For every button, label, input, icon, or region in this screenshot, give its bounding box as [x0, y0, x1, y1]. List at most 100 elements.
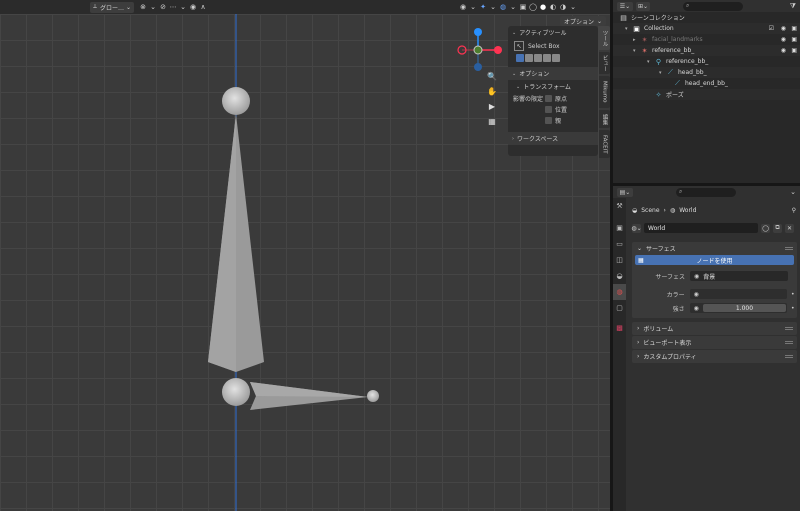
- xray-icon[interactable]: ▣: [518, 2, 528, 12]
- material-shading-icon[interactable]: ◐: [548, 2, 558, 12]
- visibility-icon[interactable]: ◉: [458, 2, 468, 12]
- editor-type-outliner-icon[interactable]: ☰⌄: [617, 1, 633, 11]
- collection-tab-icon[interactable]: ▢: [613, 300, 626, 316]
- gizmo-toggle-icon[interactable]: ✦: [478, 2, 488, 12]
- select-invert-icon[interactable]: [543, 54, 551, 62]
- transform-orientation-dropdown[interactable]: ⟂ グロー… ⌄: [90, 1, 135, 13]
- use-nodes-button[interactable]: ▦ ノードを使用: [635, 255, 794, 265]
- select-box-tool-icon[interactable]: ↖: [514, 41, 524, 51]
- outliner-row-collection[interactable]: ▾ ▣ Collection ☑ ◉ ▣: [613, 23, 800, 34]
- drag-handle-icon[interactable]: [785, 341, 793, 344]
- drag-handle-icon[interactable]: [785, 327, 793, 330]
- camera-icon[interactable]: ▣: [791, 25, 797, 32]
- checkbox-icon[interactable]: ☑: [769, 25, 774, 32]
- select-subtract-icon[interactable]: [534, 54, 542, 62]
- outliner-row-head-end-bone[interactable]: ⟋ head_end_bb_: [613, 78, 800, 89]
- duplicate-icon[interactable]: ⧉: [773, 223, 782, 233]
- scene-tab-icon[interactable]: ◒: [613, 268, 626, 284]
- world-browse-icon[interactable]: ◍⌄: [631, 223, 642, 233]
- scene-collection-row[interactable]: ▤ シーンコレクション: [613, 12, 800, 23]
- keyframe-dot-icon[interactable]: •: [791, 291, 797, 298]
- snap-icon[interactable]: ⊘: [158, 2, 168, 12]
- chevron-down-icon[interactable]: ⌄: [508, 2, 518, 12]
- viewport-options-dropdown[interactable]: オプション ⌄: [559, 16, 606, 26]
- tab-view[interactable]: ビュー: [599, 52, 610, 74]
- chevron-down-icon[interactable]: ⌄: [568, 2, 578, 12]
- overlays-icon[interactable]: ◍: [498, 2, 508, 12]
- select-extend-icon[interactable]: [525, 54, 533, 62]
- options-header[interactable]: ⌄ オプション: [508, 67, 598, 80]
- outliner-row-reference-data[interactable]: ▾ ⚲ reference_bb_: [613, 56, 800, 67]
- chevron-down-icon[interactable]: ⌄: [148, 2, 158, 12]
- select-intersect-icon[interactable]: [552, 54, 560, 62]
- solid-shading-icon[interactable]: ●: [538, 2, 548, 12]
- fake-user-icon[interactable]: ◯: [761, 223, 770, 233]
- chevron-right-icon: ›: [637, 325, 640, 332]
- viewport-display-panel-header[interactable]: › ビューポート表示: [632, 336, 797, 349]
- volume-panel-header[interactable]: › ボリューム: [632, 322, 797, 335]
- output-tab-icon[interactable]: ▭: [613, 236, 626, 252]
- world-name-field[interactable]: World: [644, 223, 758, 233]
- color-field[interactable]: ◉: [689, 289, 788, 299]
- editor-type-properties-icon[interactable]: ▤⌄: [617, 187, 633, 197]
- tab-edit[interactable]: 編集: [599, 110, 610, 128]
- 3d-viewport[interactable]: ⟂ グロー… ⌄ ⊗ ⌄ ⊘ ⋯ ⌄ ◉ ∧ ◉ ⌄ ✦ ⌄ ◍ ⌄ ▣ ◯ ●…: [0, 0, 610, 511]
- world-tab-icon[interactable]: ◍: [613, 284, 626, 300]
- rendered-shading-icon[interactable]: ◑: [558, 2, 568, 12]
- zoom-icon[interactable]: 🔍: [486, 70, 498, 82]
- transform-subheader[interactable]: ⌄ トランスフォーム: [508, 80, 598, 93]
- close-icon[interactable]: ✕: [785, 223, 794, 233]
- outliner-row-head-bone[interactable]: ▾ ⟋ head_bb_: [613, 67, 800, 78]
- falloff-curve-icon[interactable]: ∧: [198, 2, 208, 12]
- pivot-point-icon[interactable]: ⊗: [138, 2, 148, 12]
- outliner-row-label: Collection: [644, 25, 674, 32]
- tool-tab-icon[interactable]: ⚒: [613, 198, 626, 214]
- drag-handle-icon[interactable]: [785, 247, 793, 250]
- drag-handle-icon[interactable]: [785, 355, 793, 358]
- grid-ortho-icon[interactable]: ▦: [486, 115, 498, 127]
- active-tool-header[interactable]: ⌄ アクティブツール: [508, 26, 598, 39]
- workspace-header[interactable]: › ワークスペース: [508, 132, 598, 145]
- custom-properties-panel-header[interactable]: › カスタムプロパティ: [632, 350, 797, 363]
- surface-shader-field[interactable]: ◉ 背景: [690, 271, 788, 281]
- keyframe-dot-icon[interactable]: •: [791, 305, 797, 312]
- pan-hand-icon[interactable]: ✋: [486, 85, 498, 97]
- proportional-edit-icon[interactable]: ◉: [188, 2, 198, 12]
- affect-parents-checkbox[interactable]: [545, 117, 552, 124]
- surface-panel-header[interactable]: ⌄ サーフェス: [632, 242, 797, 255]
- tab-tool[interactable]: ツール: [599, 26, 610, 50]
- eye-icon[interactable]: ◉: [781, 25, 786, 32]
- chevron-down-icon[interactable]: ⌄: [790, 188, 796, 196]
- color-label: カラー: [666, 291, 685, 299]
- affect-locations-checkbox[interactable]: [545, 106, 552, 113]
- properties-search-input[interactable]: ⌕: [676, 187, 736, 197]
- chevron-down-icon[interactable]: ⌄: [488, 2, 498, 12]
- texture-tab-icon[interactable]: ▩: [613, 320, 626, 336]
- camera-icon[interactable]: ▶: [486, 100, 498, 112]
- snap-increment-icon[interactable]: ⋯: [168, 2, 178, 12]
- outliner-row-facial-landmarks[interactable]: ▸ ✶ facial_landmarks ◉ ▣: [613, 34, 800, 45]
- tab-faceit[interactable]: FACEIT: [599, 130, 610, 158]
- eye-icon[interactable]: ◉: [781, 47, 786, 54]
- filter-icon[interactable]: ⧩: [790, 2, 796, 11]
- camera-icon[interactable]: ▣: [791, 36, 797, 43]
- properties-body: ◒ Scene › ◍ World ⚲ ◍⌄ World ◯ ⧉ ✕ ⌄ サーフ…: [629, 198, 800, 363]
- outliner-row-pose[interactable]: ✧ ポーズ: [613, 89, 800, 100]
- strength-slider[interactable]: 1.000: [702, 304, 787, 312]
- eye-icon[interactable]: ◉: [781, 36, 786, 43]
- view-layer-tab-icon[interactable]: ◫: [613, 252, 626, 268]
- strength-field[interactable]: ◉ 1.000: [689, 303, 788, 313]
- render-tab-icon[interactable]: ▣: [613, 220, 626, 236]
- chevron-down-icon[interactable]: ⌄: [468, 2, 478, 12]
- select-new-icon[interactable]: [516, 54, 524, 62]
- tab-mikumo[interactable]: Mikumo: [599, 76, 610, 108]
- chevron-down-icon[interactable]: ⌄: [178, 2, 188, 12]
- navigation-gizmo[interactable]: [452, 26, 504, 76]
- display-mode-icon[interactable]: ⊞⌄: [636, 1, 650, 11]
- outliner-search-input[interactable]: ⌕: [683, 1, 743, 11]
- camera-icon[interactable]: ▣: [791, 47, 797, 54]
- affect-origins-checkbox[interactable]: [545, 95, 552, 102]
- outliner-row-reference-object[interactable]: ▾ ✶ reference_bb_ ◉ ▣: [613, 45, 800, 56]
- wireframe-shading-icon[interactable]: ◯: [528, 2, 538, 12]
- pin-icon[interactable]: ⚲: [792, 207, 796, 214]
